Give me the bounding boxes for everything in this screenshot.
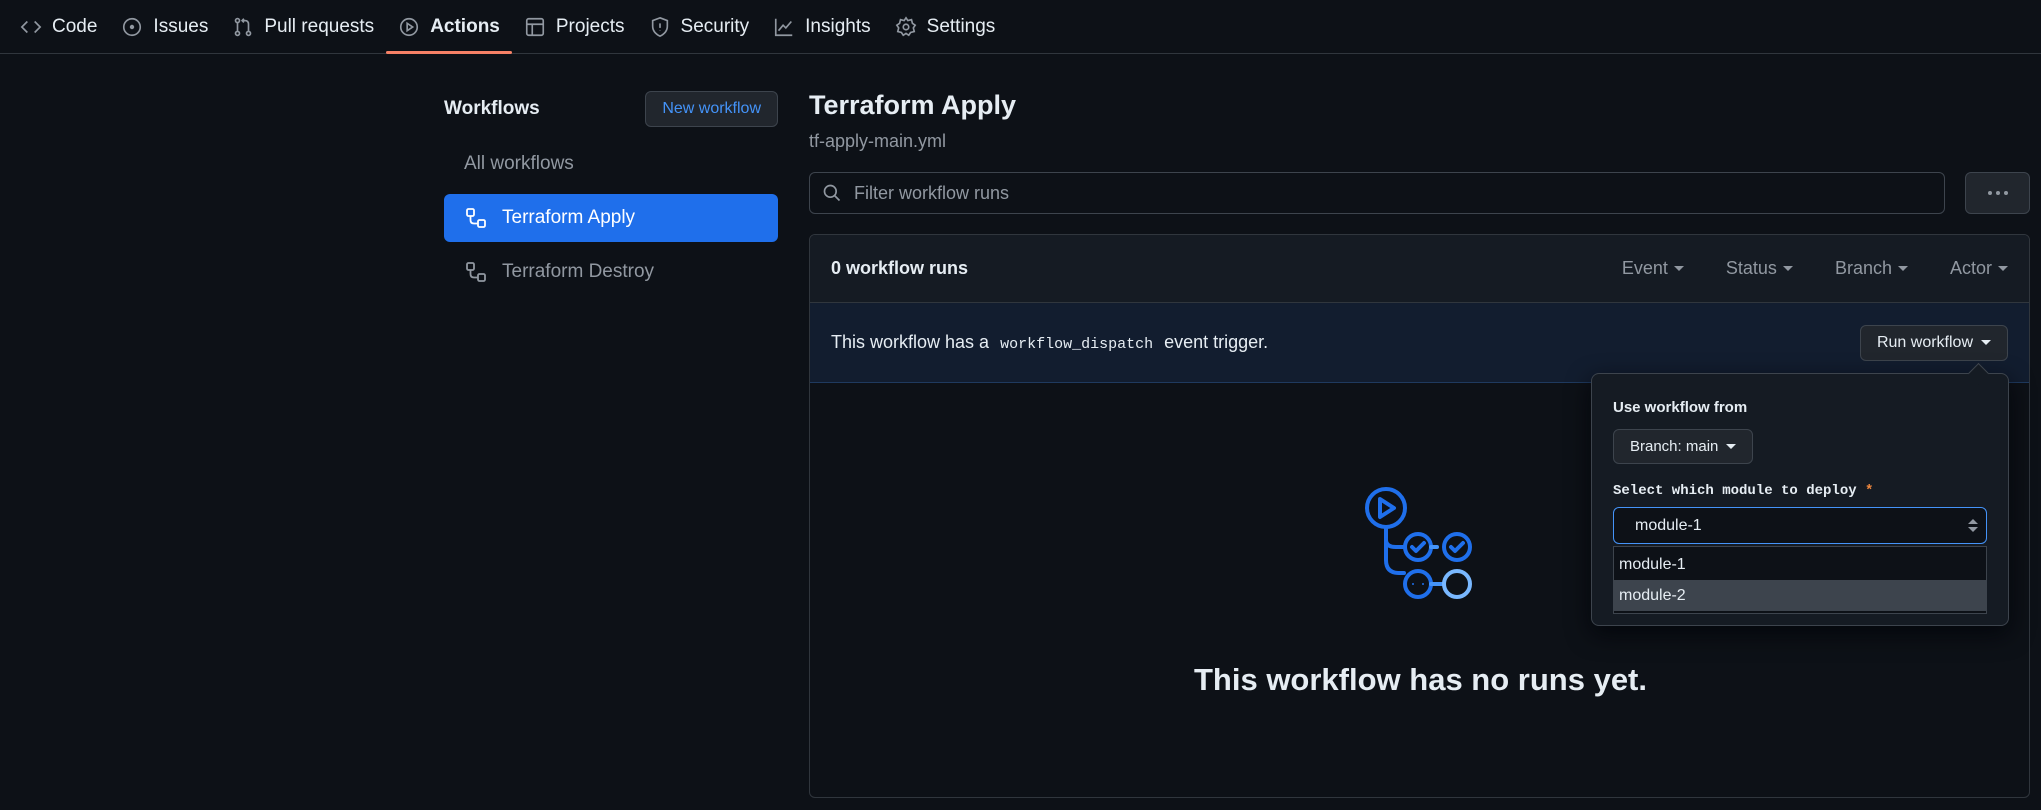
tab-label: Projects — [555, 15, 625, 37]
module-options-list: module-1 module-2 — [1613, 546, 1987, 614]
pull-request-icon — [235, 17, 252, 36]
new-workflow-button[interactable]: New workflow — [645, 91, 778, 127]
issue-icon — [123, 17, 142, 36]
sidebar-item-terraform-apply[interactable]: Terraform Apply — [444, 194, 778, 242]
tab-actions[interactable]: Actions — [386, 0, 512, 54]
table-icon — [525, 17, 544, 36]
kebab-dot-icon — [1995, 191, 2000, 195]
filter-workflow-runs-input[interactable] — [854, 182, 1854, 204]
sidebar-header: Workflows New workflow — [444, 90, 778, 128]
branch-select-button[interactable]: Branch: main — [1613, 429, 1754, 464]
tab-issues[interactable]: Issues — [109, 0, 220, 53]
tab-pull-requests[interactable]: Pull requests — [220, 0, 386, 53]
workflow-illustration-icon — [1364, 487, 1472, 599]
status-filter[interactable]: Status — [1726, 258, 1793, 279]
sidebar-item-label: All workflows — [464, 153, 574, 174]
workflow-main: Terraform Apply tf-apply-main.yml 0 work… — [809, 90, 2030, 798]
event-filter[interactable]: Event — [1622, 258, 1684, 279]
repo-nav: Code Issues Pull requests Actions Projec… — [0, 0, 2041, 54]
tab-insights[interactable]: Insights — [761, 0, 882, 53]
sidebar-item-terraform-destroy[interactable]: Terraform Destroy — [444, 248, 778, 296]
actor-filter[interactable]: Actor — [1950, 258, 2008, 279]
module-option[interactable]: module-1 — [1614, 549, 1986, 580]
module-select-label: Select which module to deploy * — [1613, 483, 1987, 499]
sidebar-item-label: Terraform Destroy — [502, 261, 655, 282]
tab-label: Code — [52, 15, 98, 37]
graph-icon — [775, 18, 793, 36]
run-workflow-button[interactable]: Run workflow — [1859, 324, 2008, 361]
filter-box — [809, 172, 1945, 214]
workflow-icon — [466, 262, 486, 282]
tab-security[interactable]: Security — [637, 0, 762, 53]
runs-filters: Event Status Branch Actor — [1622, 258, 2008, 279]
tab-label: Insights — [805, 15, 871, 37]
tab-label: Security — [680, 15, 750, 37]
more-options-button[interactable] — [1965, 172, 2030, 214]
filter-label: Status — [1725, 258, 1777, 278]
branch-label: Branch: main — [1630, 438, 1719, 455]
caret-down-icon — [1782, 266, 1793, 271]
caret-down-icon — [1981, 340, 1991, 345]
dispatch-code: workflow_dispatch — [1000, 336, 1154, 353]
empty-state-text: This workflow has no runs yet. — [1193, 662, 1647, 697]
runs-header: 0 workflow runs Event Status Branch Acto… — [810, 235, 2029, 303]
workflow-icon — [466, 208, 486, 228]
tab-projects[interactable]: Projects — [512, 0, 637, 53]
dispatch-prefix: This workflow has a — [831, 332, 990, 352]
module-option[interactable]: module-2 — [1614, 580, 1986, 611]
caret-down-icon — [1998, 266, 2008, 271]
tab-label: Actions — [430, 15, 500, 37]
dispatch-text: This workflow has a workflow_dispatch ev… — [831, 332, 1268, 353]
branch-filter[interactable]: Branch — [1835, 258, 1908, 279]
tab-code[interactable]: Code — [8, 0, 109, 53]
tab-label: Pull requests — [264, 15, 375, 37]
tab-settings[interactable]: Settings — [883, 0, 1008, 53]
sidebar-item-label: Terraform Apply — [502, 207, 636, 228]
module-label-text: Select which module to deploy — [1613, 483, 1857, 499]
shield-icon — [651, 16, 668, 37]
module-select[interactable]: module-1 — [1613, 507, 1987, 544]
play-icon — [400, 17, 419, 36]
caret-down-icon — [1726, 444, 1737, 449]
required-mark: * — [1865, 483, 1874, 499]
search-icon — [823, 184, 841, 202]
run-workflow-label: Run workflow — [1876, 333, 1973, 351]
kebab-dot-icon — [1987, 191, 1992, 195]
tab-label: Settings — [926, 15, 996, 37]
select-arrows-icon — [1968, 519, 1978, 532]
filter-row — [809, 172, 2030, 214]
caret-down-icon — [1673, 266, 1684, 271]
code-icon — [20, 20, 42, 33]
dispatch-banner: This workflow has a workflow_dispatch ev… — [810, 303, 2029, 383]
tab-label: Issues — [153, 15, 209, 37]
workflows-sidebar: Workflows New workflow All workflows Ter… — [444, 90, 778, 296]
use-workflow-from-label: Use workflow from — [1613, 399, 1748, 416]
caret-down-icon — [1897, 266, 1908, 271]
filter-label: Actor — [1949, 258, 1992, 278]
dispatch-suffix: event trigger. — [1164, 332, 1269, 352]
run-workflow-popover: Use workflow from Branch: main Select wh… — [1591, 373, 2009, 626]
module-select-value: module-1 — [1635, 516, 1702, 534]
gear-icon — [895, 15, 916, 36]
sidebar-item-all-workflows[interactable]: All workflows — [444, 140, 778, 188]
filter-label: Branch — [1834, 258, 1892, 278]
kebab-dot-icon — [2003, 191, 2008, 195]
workflow-file-link[interactable]: tf-apply-main.yml — [809, 131, 2030, 152]
page-title: Terraform Apply — [809, 90, 1017, 120]
runs-count: 0 workflow runs — [831, 258, 969, 278]
sidebar-title: Workflows — [444, 98, 540, 119]
filter-label: Event — [1621, 258, 1668, 278]
